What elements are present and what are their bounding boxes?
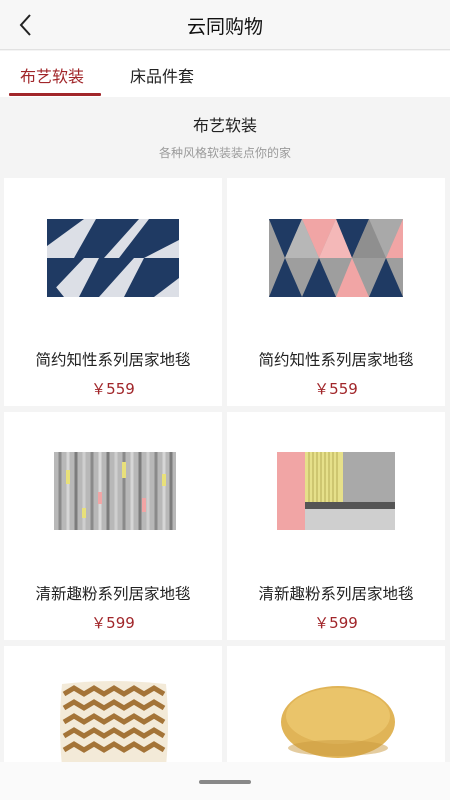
section-title: 布艺软装 (192, 116, 257, 135)
top-bar: 云同购物 (0, 0, 450, 50)
product-image (277, 452, 395, 530)
product-image (47, 219, 179, 297)
section-header: 布艺软装 各种风格软装装点你的家 (0, 112, 450, 161)
product-price: ￥599 (314, 614, 358, 632)
product-card[interactable]: 简约知性系列居家地毯 ￥559 (4, 178, 222, 406)
page-title: 云同购物 (186, 16, 263, 38)
product-name: 清新趣粉系列居家地毯 (35, 585, 191, 603)
home-indicator[interactable] (199, 780, 251, 784)
tab-fabric-decor[interactable]: 布艺软装 (20, 63, 84, 87)
product-name: 简约知性系列居家地毯 (35, 351, 191, 369)
product-card[interactable]: 简约知性系列居家地毯 ￥559 (227, 178, 445, 406)
product-price: ￥559 (314, 380, 358, 398)
tab-active-indicator (9, 93, 101, 96)
category-tabs: 布艺软装 床品件套 (0, 51, 450, 97)
product-price: ￥599 (91, 614, 135, 632)
product-price: ￥559 (91, 380, 135, 398)
product-card[interactable]: 清新趣粉系列居家地毯 ￥599 (4, 412, 222, 640)
section-subtitle: 各种风格软装装点你的家 (158, 146, 291, 160)
tab-bedding[interactable]: 床品件套 (130, 63, 194, 87)
product-name: 简约知性系列居家地毯 (258, 351, 414, 369)
product-image (269, 219, 403, 297)
product-name: 清新趣粉系列居家地毯 (258, 585, 414, 603)
product-image (54, 452, 176, 530)
product-card[interactable]: 清新趣粉系列居家地毯 ￥599 (227, 412, 445, 640)
